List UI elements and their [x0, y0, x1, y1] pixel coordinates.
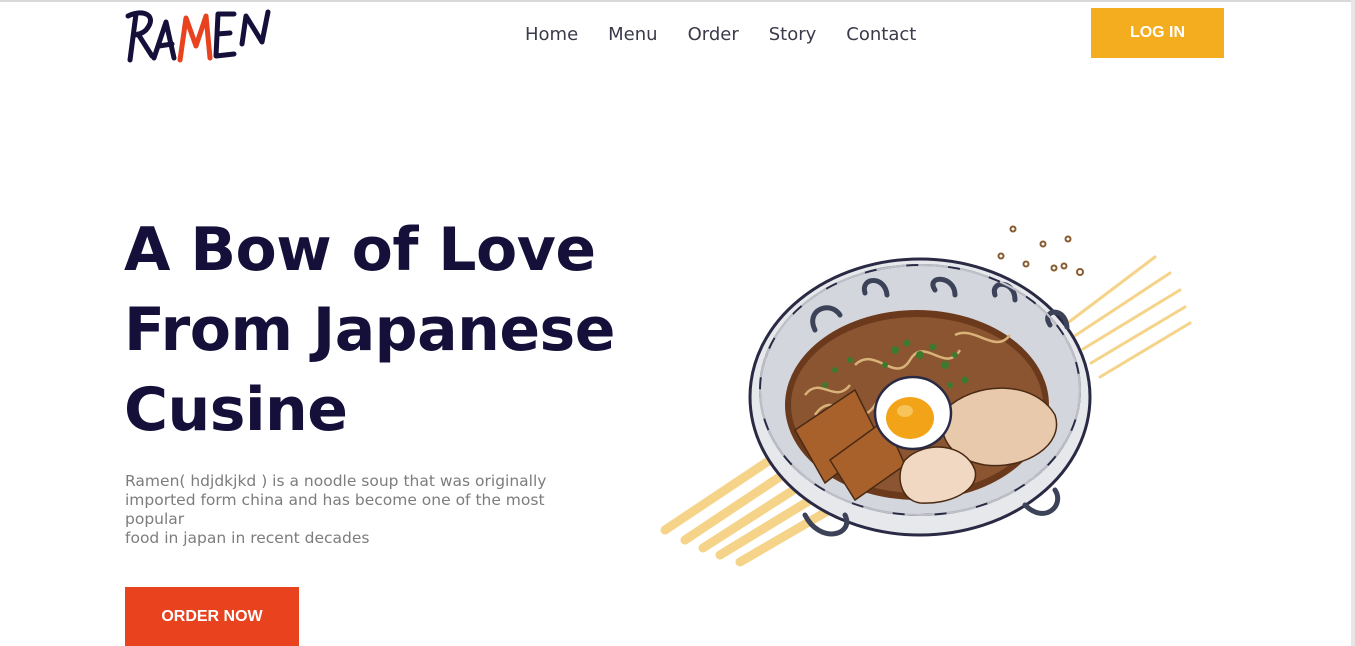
hero-description: Ramen( hdjdkjkd ) is a noodle soup that … [125, 472, 575, 548]
hero-title-line-1: A Bow of Love [124, 215, 596, 285]
hero-title-line-3: Cusine [124, 375, 348, 445]
hero-title: A Bow of Love From Japanese Cusine [124, 210, 644, 450]
hero-description-line: imported form china and has become one o… [125, 491, 545, 509]
nav-story-link[interactable]: Story [769, 24, 817, 45]
nav-home-link[interactable]: Home [525, 24, 578, 45]
ramen-bowl-illustration [660, 225, 1192, 567]
main-nav: Home Menu Order Story Contact [510, 20, 931, 48]
nav-menu-link[interactable]: Menu [608, 24, 657, 45]
hero-description-line: food in japan in recent decades [125, 529, 370, 547]
nav-contact-link[interactable]: Contact [846, 24, 916, 45]
nav-order-link[interactable]: Order [688, 24, 739, 45]
scrollbar[interactable] [1351, 0, 1355, 646]
hero-description-line: popular [125, 510, 185, 528]
order-now-button[interactable]: ORDER NOW [125, 587, 299, 646]
login-button[interactable]: LOG IN [1091, 8, 1224, 58]
hero-description-line: Ramen( hdjdkjkd ) is a noodle soup that … [125, 472, 547, 490]
hero-title-line-2: From Japanese [124, 295, 615, 365]
ramen-logo[interactable] [122, 2, 282, 66]
